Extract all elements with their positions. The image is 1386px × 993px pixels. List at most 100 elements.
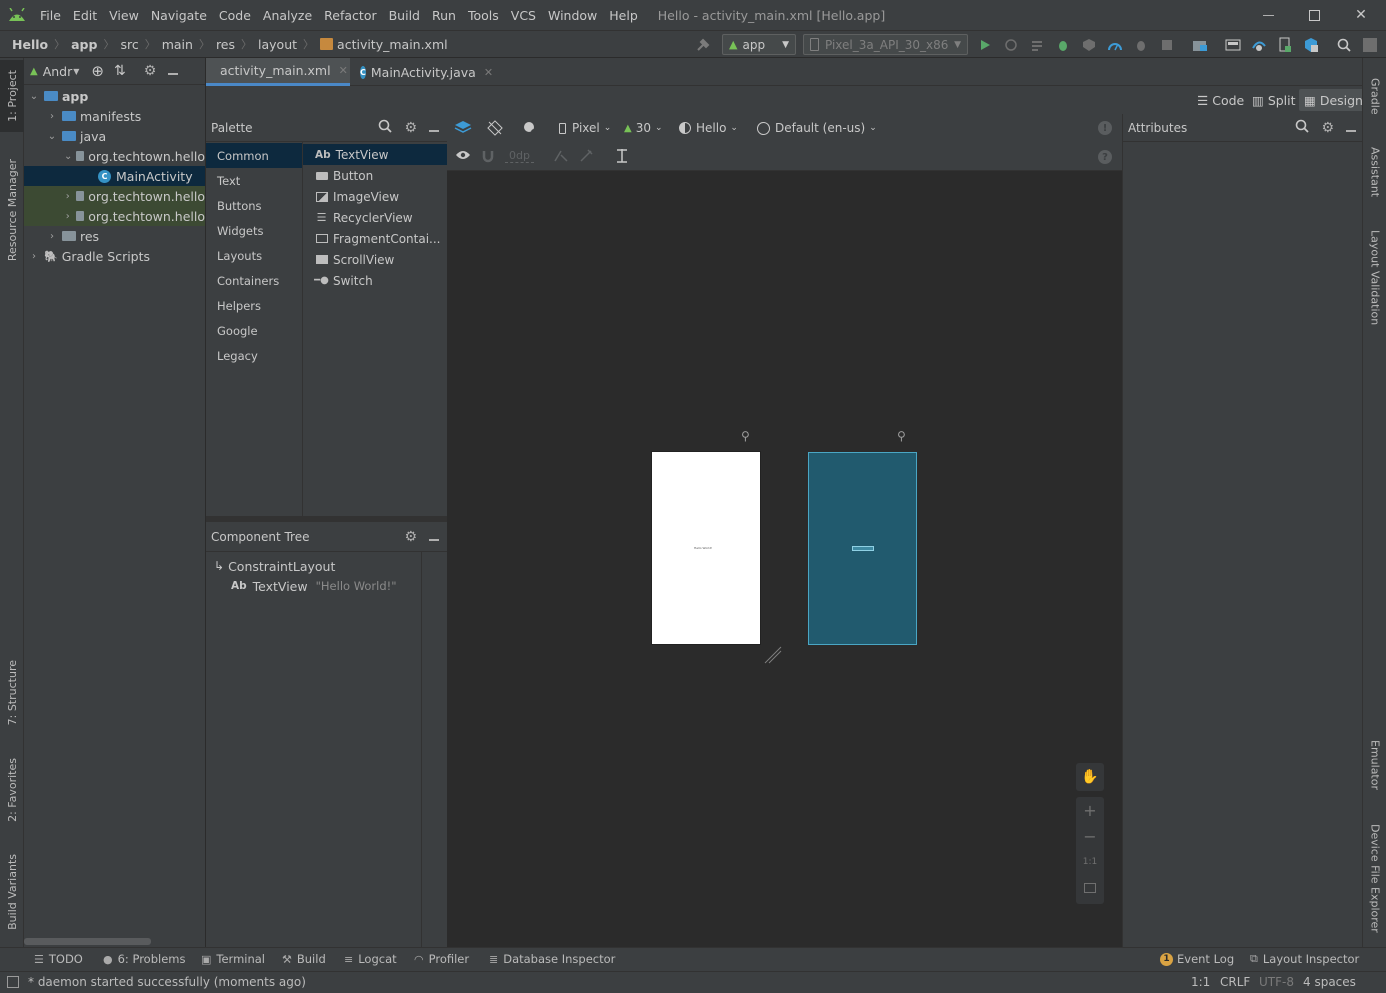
project-tree-item[interactable]: ⌄ org.techtown.hello <box>24 146 205 166</box>
line-separator[interactable]: CRLF <box>1220 975 1250 989</box>
todo-tab[interactable]: ☰ TODO <box>34 952 83 966</box>
project-tree-item[interactable]: ⌄ app <box>24 86 205 106</box>
project-tree-item[interactable]: › res <box>24 226 205 246</box>
coverage-icon[interactable] <box>1076 32 1102 58</box>
design-pin-icon[interactable]: ⚲ <box>741 429 750 443</box>
project-tree-item[interactable]: › org.techtown.hello <box>24 186 205 206</box>
breadcrumb-activity-main[interactable]: activity_main.xml <box>337 37 448 52</box>
horizontal-scrollbar[interactable] <box>24 938 151 945</box>
chevron-right-icon[interactable]: › <box>64 211 72 222</box>
constraint-layout-node[interactable]: ↳ ConstraintLayout <box>206 556 420 576</box>
resource-manager-tab[interactable]: Resource Manager <box>0 150 24 270</box>
locale-picker[interactable]: Default (en-us) ⌄ <box>757 121 877 135</box>
breadcrumb-app[interactable]: app <box>71 37 97 52</box>
chevron-down-icon[interactable]: ⌄ <box>64 151 72 162</box>
stop-icon[interactable] <box>1154 32 1180 58</box>
search-icon[interactable] <box>1331 32 1357 58</box>
design-surface[interactable]: ⚲ Hello World! ⚲ ✋ + − 1:1 <box>447 171 1122 947</box>
layers-icon[interactable] <box>454 120 472 139</box>
project-tree-item[interactable]: C MainActivity <box>24 166 205 186</box>
palette-item-switch[interactable]: ━● Switch <box>303 270 447 291</box>
project-structure-icon[interactable] <box>1187 32 1213 58</box>
device-file-explorer-tab[interactable]: Device File Explorer <box>1363 818 1386 938</box>
toggle-tool-windows-icon[interactable] <box>7 976 19 988</box>
sdk-manager-icon[interactable] <box>1298 32 1324 58</box>
minimize-button[interactable] <box>1245 0 1291 30</box>
design-preview-screen[interactable]: Hello World! <box>652 452 760 644</box>
hide-panel-icon[interactable] <box>1346 121 1356 135</box>
zoom-in-icon[interactable]: + <box>1076 797 1104 823</box>
breadcrumb-layout[interactable]: layout <box>258 37 297 52</box>
menu-analyze[interactable]: Analyze <box>257 8 318 23</box>
menu-help[interactable]: Help <box>603 8 644 23</box>
terminal-tab[interactable]: ▣ Terminal <box>201 952 265 966</box>
locate-file-icon[interactable]: ⊕ <box>91 62 104 80</box>
indent-setting[interactable]: 4 spaces <box>1303 975 1356 989</box>
textview-blueprint-box[interactable] <box>852 546 874 551</box>
device-dropdown[interactable]: Pixel_3a_API_30_x86 ▼ <box>803 34 968 55</box>
eye-icon[interactable] <box>455 149 471 164</box>
project-tool-tab[interactable]: 1: Project <box>0 60 24 132</box>
zoom-actual-size-icon[interactable]: 1:1 <box>1076 849 1104 875</box>
tab-main-activity-java[interactable]: C MainActivity.java ✕ <box>352 58 493 86</box>
database-inspector-tab[interactable]: ≣ Database Inspector <box>489 952 615 966</box>
breadcrumb-main[interactable]: main <box>162 37 193 52</box>
hide-panel-icon[interactable] <box>429 121 439 135</box>
design-mode-button[interactable]: ▦ Design <box>1299 89 1368 111</box>
close-tab-icon[interactable]: ✕ <box>484 66 493 79</box>
hammer-icon[interactable] <box>690 32 716 58</box>
profile-icon[interactable] <box>1102 32 1128 58</box>
build-tab[interactable]: ⚒ Build <box>282 952 326 966</box>
hide-panel-icon[interactable] <box>168 64 179 78</box>
chevron-right-icon[interactable]: › <box>28 251 40 262</box>
chevron-right-icon[interactable]: › <box>46 231 58 242</box>
orientation-icon[interactable] <box>487 120 503 139</box>
blueprint-pin-icon[interactable]: ⚲ <box>897 429 906 443</box>
chevron-right-icon[interactable]: › <box>64 191 72 202</box>
menu-build[interactable]: Build <box>383 8 426 23</box>
menu-code[interactable]: Code <box>213 8 257 23</box>
assistant-tab[interactable]: Assistant <box>1363 138 1386 206</box>
device-manager-icon[interactable] <box>1220 32 1246 58</box>
chevron-right-icon[interactable]: › <box>46 111 58 122</box>
caret-position[interactable]: 1:1 <box>1191 975 1210 989</box>
menu-tools[interactable]: Tools <box>462 8 505 23</box>
project-view-dropdown[interactable]: Andr <box>43 64 73 79</box>
default-margin-field[interactable]: 0dp <box>505 149 534 163</box>
project-tree-item[interactable]: › manifests <box>24 106 205 126</box>
attach-debugger-icon[interactable] <box>1128 32 1154 58</box>
palette-item-button[interactable]: Button <box>303 165 447 186</box>
chevron-down-icon[interactable]: ⌄ <box>46 131 58 142</box>
zoom-to-fit-icon[interactable] <box>1076 875 1104 901</box>
help-icon[interactable]: ? <box>1098 150 1112 164</box>
run-icon[interactable] <box>972 32 998 58</box>
status-message[interactable]: * daemon started successfully (moments a… <box>28 975 306 989</box>
gear-icon[interactable]: ⚙ <box>144 63 157 79</box>
menu-navigate[interactable]: Navigate <box>145 8 213 23</box>
search-icon[interactable] <box>378 119 393 136</box>
device-picker[interactable]: Pixel ⌄ <box>559 121 611 135</box>
menu-refactor[interactable]: Refactor <box>318 8 382 23</box>
breadcrumb-res[interactable]: res <box>216 37 235 52</box>
layout-inspector-tab[interactable]: ⧉ Layout Inspector <box>1250 952 1359 966</box>
project-tree-item[interactable]: ⌄ java <box>24 126 205 146</box>
guidelines-icon[interactable] <box>615 148 629 167</box>
clear-constraints-icon[interactable] <box>553 149 569 166</box>
chevron-down-icon[interactable]: ▼ <box>73 67 79 76</box>
structure-tab[interactable]: 7: Structure <box>0 652 24 734</box>
blueprint-preview-screen[interactable] <box>808 452 917 645</box>
hello-world-preview-text[interactable]: Hello World! <box>694 546 712 550</box>
run-config-dropdown[interactable]: ▲ app ▼ <box>722 34 796 55</box>
gradle-tab[interactable]: Gradle <box>1363 66 1386 126</box>
palette-category-google[interactable]: Google <box>206 318 302 343</box>
api-level-picker[interactable]: ▲ 30 ⌄ <box>624 121 663 135</box>
night-mode-icon[interactable] <box>522 120 538 139</box>
avd-manager-icon[interactable] <box>1272 32 1298 58</box>
gear-icon[interactable]: ⚙ <box>1321 120 1334 136</box>
favorites-tab[interactable]: 2: Favorites <box>0 748 24 832</box>
problems-tab[interactable]: ● 6: Problems <box>103 952 185 966</box>
theme-picker[interactable]: Hello ⌄ <box>679 121 738 135</box>
logcat-tab[interactable]: ≡ Logcat <box>344 952 397 966</box>
menu-window[interactable]: Window <box>542 8 603 23</box>
magnet-icon[interactable] <box>481 149 495 166</box>
